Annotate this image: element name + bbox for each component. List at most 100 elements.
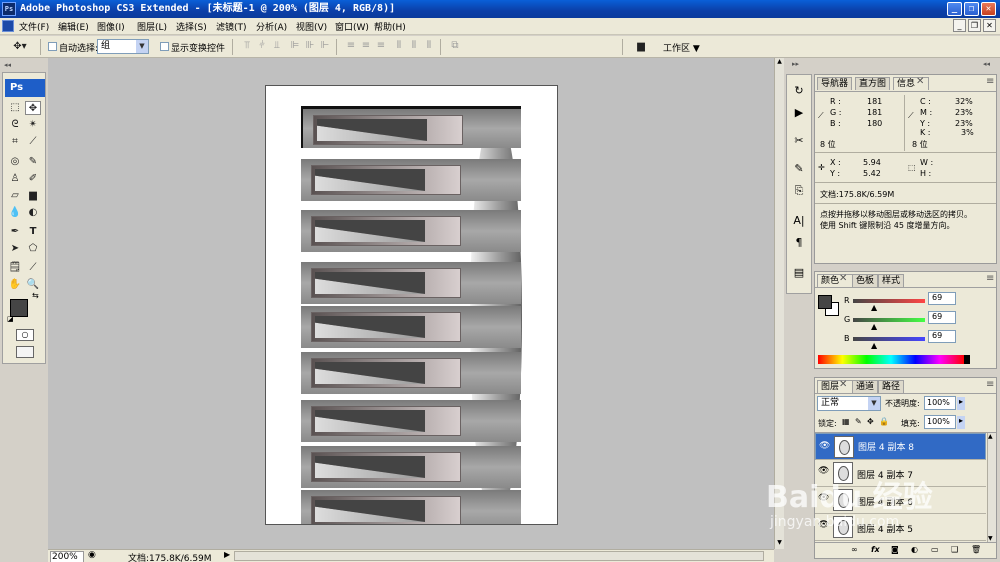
dodge-tool-icon[interactable]: ◐ — [25, 206, 41, 220]
brush-tool-icon[interactable]: ✎ — [25, 155, 41, 169]
color-r-thumb-icon[interactable]: ▲ — [871, 303, 877, 312]
info-tab-close-icon[interactable]: ✕ — [916, 76, 924, 87]
menu-window[interactable]: 窗口(W) — [335, 20, 369, 33]
doc-minimize-button[interactable]: _ — [953, 19, 966, 32]
color-spectrum-ramp[interactable] — [818, 355, 964, 364]
lock-all-icon[interactable]: 🔒 — [879, 417, 889, 426]
status-icon[interactable]: ◉ — [88, 550, 96, 560]
color-r-slider[interactable] — [853, 299, 925, 303]
fill-arrow-icon[interactable]: ▸ — [957, 416, 965, 429]
layers-tab-close-icon[interactable]: ✕ — [839, 379, 847, 390]
eyedropper2-tool-icon[interactable]: ⟋ — [25, 261, 41, 275]
color-tab-close-icon[interactable]: ✕ — [839, 273, 847, 284]
clone-stamp-tool-icon[interactable]: ♙ — [7, 172, 23, 186]
tab-paths[interactable]: 路径 — [878, 380, 905, 393]
blend-mode-dropdown[interactable]: 正常 ▼ — [817, 396, 881, 411]
show-transform-checkbox[interactable] — [160, 42, 169, 51]
eraser-tool-icon[interactable]: ▱ — [7, 189, 23, 203]
hand-tool-icon[interactable]: ✋ — [7, 278, 23, 292]
delete-layer-icon[interactable]: 🗑 — [971, 545, 981, 554]
maximize-button[interactable]: ❐ — [964, 2, 979, 16]
opacity-input[interactable]: 100% — [924, 396, 956, 410]
dock-expand-icon[interactable]: ▸▸ — [792, 60, 799, 68]
workspace-menu[interactable]: 工作区 ▼ — [663, 41, 700, 54]
character-panel-icon[interactable]: A| — [791, 213, 807, 229]
new-layer-icon[interactable]: ❑ — [951, 545, 958, 554]
align-left-icon[interactable]: ⊫ — [288, 40, 302, 52]
paragraph-panel-icon[interactable]: ¶ — [791, 235, 807, 251]
layers-scrollbar[interactable]: ▲ ▼ — [987, 433, 996, 542]
distribute-bottom-icon[interactable]: ≡ — [374, 40, 388, 52]
minimize-button[interactable]: _ — [947, 2, 962, 16]
menu-view[interactable]: 视图(V) — [296, 20, 327, 33]
fill-input[interactable]: 100% — [924, 415, 956, 429]
link-layers-icon[interactable]: ∞ — [851, 545, 858, 554]
healing-tool-icon[interactable]: ◎ — [7, 155, 23, 169]
zoom-tool-icon[interactable]: 🔍 — [25, 278, 41, 292]
eyedropper-tool-icon[interactable]: ⟋ — [25, 135, 41, 149]
zoom-field[interactable]: 200% — [50, 551, 84, 562]
color-g-thumb-icon[interactable]: ▲ — [871, 322, 877, 331]
history-panel-icon[interactable]: ↻ — [791, 83, 807, 99]
menu-filter[interactable]: 滤镜(T) — [216, 20, 247, 33]
distribute-left-icon[interactable]: ⦀ — [392, 40, 406, 52]
quick-mask-icon[interactable]: ○ — [16, 329, 34, 341]
dock-collapse-icon[interactable]: ◂◂ — [983, 60, 990, 68]
distribute-hcenter-icon[interactable]: ⦀ — [407, 40, 421, 52]
lock-pixels-icon[interactable]: ✎ — [855, 417, 862, 426]
gradient-tool-icon[interactable]: ▆ — [25, 189, 41, 203]
actions-panel-icon[interactable]: ▶ — [791, 105, 807, 121]
screen-mode-icon[interactable] — [16, 346, 34, 358]
bridge-icon[interactable]: ▆ — [632, 40, 650, 54]
menu-select[interactable]: 选择(S) — [176, 20, 207, 33]
crop-tool-icon[interactable]: ⌗ — [7, 135, 23, 149]
pen-tool-icon[interactable]: ✒ — [7, 225, 23, 239]
align-bottom-icon[interactable]: ⫫ — [270, 40, 284, 52]
horizontal-scrollbar[interactable] — [234, 551, 764, 561]
tab-styles[interactable]: 样式 — [878, 274, 905, 287]
menu-layer[interactable]: 图层(L) — [137, 20, 167, 33]
type-tool-icon[interactable]: T — [25, 225, 41, 239]
tool-presets-panel-icon[interactable]: ✂ — [791, 133, 807, 149]
tab-layers[interactable]: 图层 — [817, 380, 854, 393]
layer-comps-panel-icon[interactable]: ▤ — [791, 265, 807, 281]
lock-position-icon[interactable]: ✥ — [867, 417, 874, 426]
add-mask-icon[interactable]: ◙ — [891, 545, 899, 554]
doc-restore-button[interactable]: ❐ — [968, 19, 981, 32]
tab-swatches[interactable]: 色板 — [852, 274, 879, 287]
distribute-vcenter-icon[interactable]: ≡ — [359, 40, 373, 52]
align-hcenter-icon[interactable]: ⊪ — [303, 40, 317, 52]
close-button[interactable]: ✕ — [981, 2, 996, 16]
layer-row[interactable]: 👁 图层 4 副本 8 — [815, 433, 986, 460]
color-b-thumb-icon[interactable]: ▲ — [871, 341, 877, 350]
tab-channels[interactable]: 通道 — [852, 380, 879, 393]
color-g-slider[interactable] — [853, 318, 925, 322]
layers-panel-menu-icon[interactable]: ≡ — [986, 379, 994, 390]
move-tool-preset-icon[interactable]: ✥▾ — [8, 40, 32, 54]
color-foreground-swatch[interactable] — [818, 295, 832, 309]
default-colors-icon[interactable]: ◪ — [7, 315, 14, 323]
color-panel-menu-icon[interactable]: ≡ — [986, 273, 994, 284]
document-canvas[interactable] — [265, 85, 558, 525]
marquee-tool-icon[interactable]: ⬚ — [7, 101, 23, 115]
color-g-input[interactable]: 69 — [928, 311, 956, 324]
doc-close-button[interactable]: ✕ — [983, 19, 996, 32]
align-right-icon[interactable]: ⊩ — [318, 40, 332, 52]
menu-help[interactable]: 帮助(H) — [374, 20, 406, 33]
layer-style-icon[interactable]: fx — [871, 545, 880, 554]
auto-select-dropdown[interactable]: 组 ▼ — [97, 39, 149, 54]
brushes-panel-icon[interactable]: ✎ — [791, 161, 807, 177]
path-select-tool-icon[interactable]: ➤ — [7, 242, 23, 256]
lasso-tool-icon[interactable]: ᘓ — [7, 118, 23, 132]
new-group-icon[interactable]: ▭ — [931, 545, 939, 554]
swap-colors-icon[interactable]: ⇆ — [32, 291, 39, 300]
align-top-icon[interactable]: ⫪ — [240, 40, 254, 52]
move-tool-icon[interactable]: ✥ — [25, 101, 41, 115]
magic-wand-tool-icon[interactable]: ✴ — [25, 118, 41, 132]
clone-source-panel-icon[interactable]: ⎘ — [791, 183, 807, 199]
blur-tool-icon[interactable]: 💧 — [7, 206, 23, 220]
color-b-input[interactable]: 69 — [928, 330, 956, 343]
shape-tool-icon[interactable]: ⬠ — [25, 242, 41, 256]
tab-histogram[interactable]: 直方图 — [855, 77, 891, 90]
toolbox-collapse-icon[interactable]: ◂◂ — [4, 61, 44, 69]
